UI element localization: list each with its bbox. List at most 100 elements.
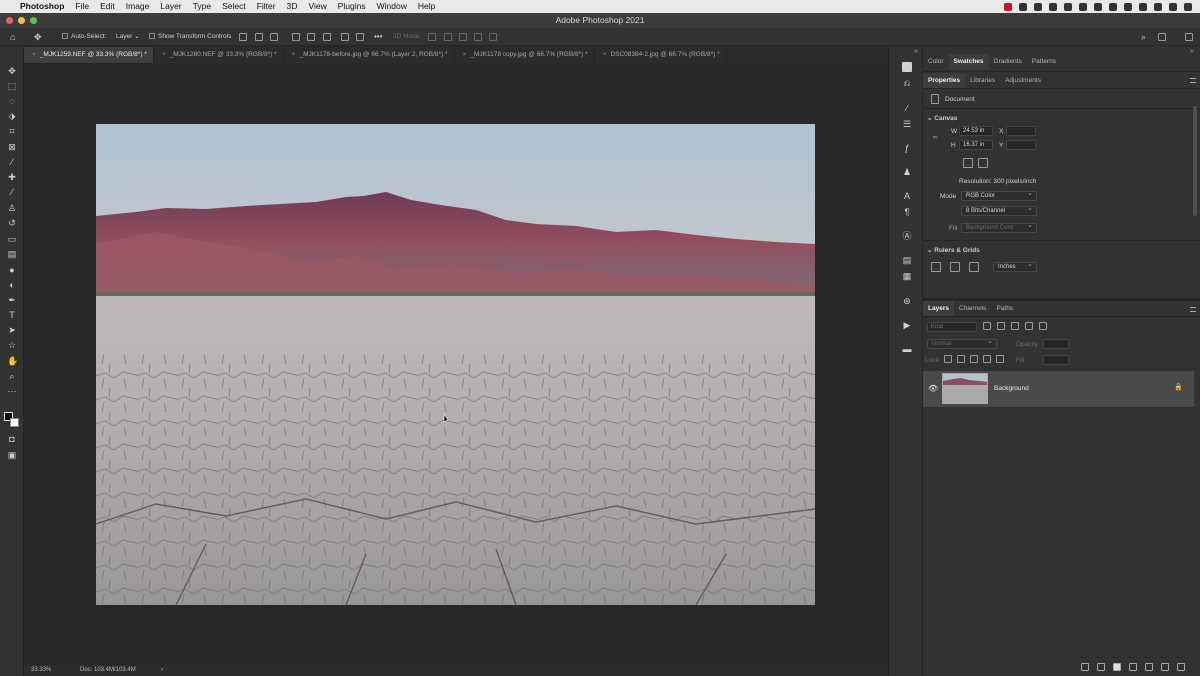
history-icon[interactable]: ⎌ [902,78,912,88]
tab-channels[interactable]: Channels [954,301,991,316]
workspace-icon[interactable] [1158,33,1166,41]
3d-pan-icon[interactable] [459,33,467,41]
menu-view[interactable]: View [308,0,326,13]
tab-paths[interactable]: Paths [991,301,1018,316]
grid-toggle-icon[interactable] [950,262,960,272]
layer-mask-icon[interactable] [1113,663,1121,671]
siri-icon[interactable] [1154,2,1162,11]
lock-transparent-icon[interactable] [944,355,952,363]
styles-icon[interactable]: ƒ [902,143,912,153]
drop-icon[interactable] [1064,2,1072,11]
home-icon[interactable]: ⌂ [10,28,15,46]
tab-swatches[interactable]: Swatches [948,54,989,69]
layer-style-fx-icon[interactable] [1097,663,1105,671]
tab-libraries[interactable]: Libraries [965,73,1000,88]
tab-dsc08384[interactable]: × DSC08384-2.jpg @ 66.7% (RGB/8*) * [595,47,727,63]
notification-list-icon[interactable] [1184,2,1192,11]
menu-help[interactable]: Help [418,0,435,13]
close-tab-icon[interactable]: × [603,51,607,58]
share-icon[interactable] [1185,33,1193,41]
align-right-icon[interactable] [270,33,278,41]
marquee-tool-icon[interactable]: ⬚ [7,81,17,91]
more-options-button[interactable]: ••• [374,28,382,46]
3d-scale-icon[interactable] [489,33,497,41]
layer-filter-dropdown[interactable]: Kind [927,322,977,332]
3d-roll-icon[interactable] [444,33,452,41]
menu-layer[interactable]: Layer [160,0,181,13]
distribute-vertical-icon[interactable] [356,33,364,41]
object-selection-tool-icon[interactable]: ⬗ [7,111,17,121]
x-field[interactable] [1006,126,1036,136]
portrait-orientation-icon[interactable] [963,158,973,168]
rulers-toggle-icon[interactable] [931,262,941,272]
healing-brush-tool-icon[interactable]: ✚ [7,172,17,182]
lock-position-icon[interactable] [970,355,978,363]
display-icon[interactable] [1109,2,1117,11]
properties-icon[interactable] [902,62,912,72]
tab-mjk1280[interactable]: × _MJK1280.NEF @ 33.3% (RGB/8*) * [154,47,284,63]
glyphs-icon[interactable]: A [902,191,912,201]
menu-app-photoshop[interactable]: Photoshop [20,0,64,13]
group-folder-icon[interactable] [1145,663,1153,671]
landscape-orientation-icon[interactable] [978,158,988,168]
status-menu-arrow[interactable]: › [161,665,163,676]
filter-shape-icon[interactable] [1025,322,1033,330]
3d-slide-icon[interactable] [474,33,482,41]
guides-toggle-icon[interactable] [969,262,979,272]
menu-plugins[interactable]: Plugins [338,0,366,13]
close-tab-icon[interactable]: × [162,51,166,58]
path-selection-tool-icon[interactable]: ➤ [7,325,17,335]
lock-image-icon[interactable] [957,355,965,363]
background-color-swatch[interactable] [10,418,19,427]
grid-icon[interactable] [1079,2,1087,11]
tab-gradients[interactable]: Gradients [989,54,1027,69]
trash-delete-icon[interactable] [1177,663,1185,671]
blur-tool-icon[interactable]: ● [7,265,17,275]
navigator-icon[interactable]: ⊛ [902,296,912,306]
fill-dropdown[interactable]: Background Color [961,222,1037,233]
filter-adjustment-icon[interactable] [997,322,1005,330]
document-image[interactable] [96,124,815,605]
minimize-window-icon[interactable] [18,17,25,24]
new-layer-icon[interactable] [1161,663,1169,671]
zoom-level[interactable]: 33.33% [31,665,51,676]
canvas-section-header[interactable]: ⌄ Canvas [927,114,957,122]
properties-scrollbar[interactable] [1193,106,1197,216]
tab-mjk1178-copy[interactable]: × _MJK1178 copy.jpg @ 66.7% (RGB/8*) * [455,47,595,63]
gear-icon[interactable] [1019,2,1027,11]
crop-tool-icon[interactable]: ⌗ [7,126,17,136]
zoom-tool-icon[interactable]: ⌕ [7,371,17,381]
menu-select[interactable]: Select [222,0,246,13]
distribute-icon[interactable] [341,33,349,41]
align-middle-icon[interactable] [307,33,315,41]
menu-filter[interactable]: Filter [257,0,276,13]
move-tool-preset-icon[interactable]: ✥ [34,28,42,46]
eyedropper-tool-icon[interactable]: ⁄ [7,157,17,167]
layer-lock-icon[interactable]: 🔒 [1174,383,1183,391]
brush-tool-icon[interactable]: ∕ [7,187,17,197]
tab-mjk1178-before[interactable]: × _MJK1178-before.jpg @ 66.7% (Layer 2, R… [284,47,455,63]
quick-mask-icon[interactable]: ◘ [7,434,17,444]
type-panel-icon[interactable]: Ⓐ [902,231,912,241]
layers-panel-menu-icon[interactable] [1190,307,1196,312]
actions-play-icon[interactable]: ▶ [902,320,912,330]
clone-stamp-tool-icon[interactable]: ♙ [7,203,17,213]
show-transform-controls-checkbox[interactable]: Show Transform Controls [149,28,231,46]
tab-patterns[interactable]: Patterns [1027,54,1061,69]
hand-tool-icon[interactable]: ✋ [7,356,18,366]
align-top-icon[interactable] [292,33,300,41]
tab-layers[interactable]: Layers [923,301,954,316]
fill-percent-field[interactable] [1043,355,1069,365]
recording-icon[interactable] [1004,2,1012,11]
search-icon[interactable]: ⌕ [1141,28,1146,46]
sync-icon[interactable] [1034,2,1042,11]
tab-properties[interactable]: Properties [923,73,966,88]
filter-pixel-icon[interactable] [983,322,991,330]
move-tool-icon[interactable]: ✥ [7,66,17,76]
lock-icon[interactable] [1094,2,1102,11]
auto-select-checkbox[interactable]: Auto-Select: [62,28,106,46]
history-brush-tool-icon[interactable]: ↺ [7,218,17,228]
tool-presets-icon[interactable]: ▬ [902,344,912,354]
type-tool-icon[interactable]: T [7,310,17,320]
eraser-tool-icon[interactable]: ▭ [7,234,17,244]
